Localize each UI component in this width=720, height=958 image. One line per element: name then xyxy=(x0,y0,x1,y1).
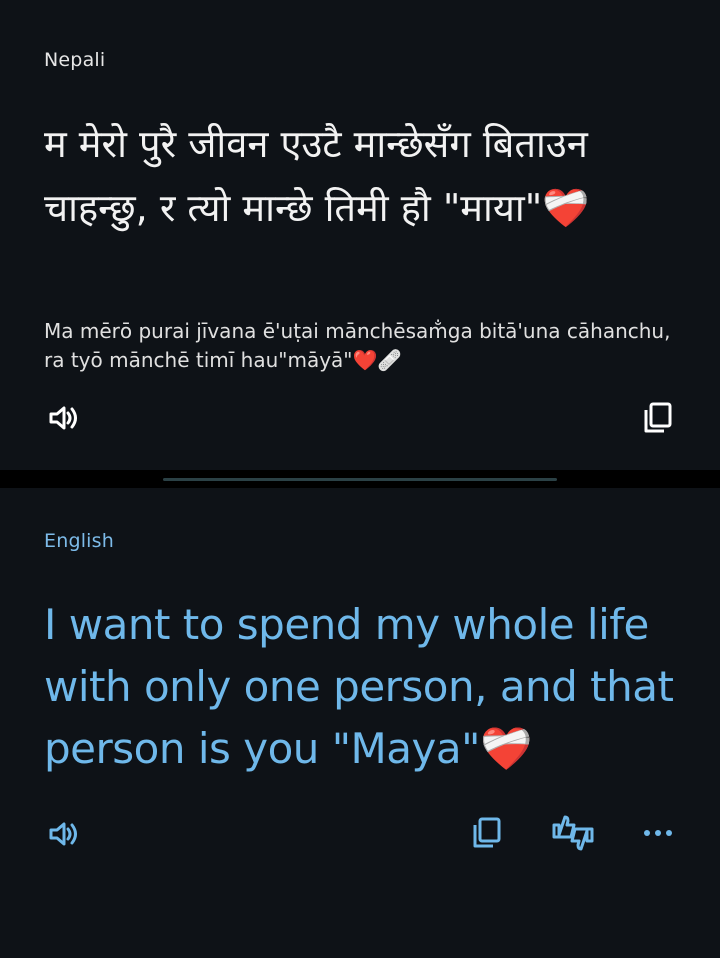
source-text[interactable]: म मेरो पुरै जीवन एउटै मान्छेसँग बिताउन च… xyxy=(44,112,684,240)
thumbs-up-down-icon[interactable] xyxy=(550,812,596,854)
copy-icon[interactable] xyxy=(467,813,507,853)
speaker-icon[interactable] xyxy=(44,398,84,438)
source-language-label: Nepali xyxy=(44,49,106,71)
target-language-label: English xyxy=(44,530,115,552)
translation-text[interactable]: I want to spend my whole life with only … xyxy=(44,594,704,780)
source-transliteration: Ma mērō purai jīvana ē'uṭai mānchēsam̐ga… xyxy=(44,319,671,372)
source-panel: Nepali म मेरो पुरै जीवन एउटै मान्छेसँग ब… xyxy=(0,0,720,470)
copy-icon[interactable] xyxy=(638,398,678,438)
more-icon[interactable] xyxy=(638,818,678,848)
panel-divider xyxy=(163,478,557,481)
speaker-icon[interactable] xyxy=(44,814,84,854)
